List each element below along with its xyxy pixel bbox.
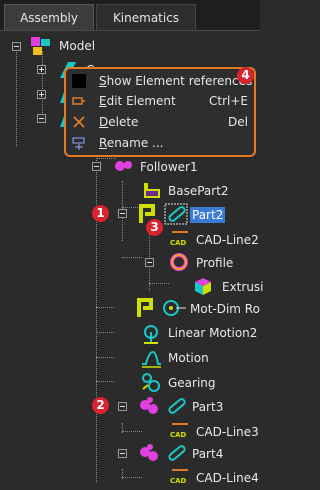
menu-label: ename ...: [106, 136, 164, 150]
tree-item-follower1[interactable]: Follower1: [140, 159, 198, 175]
tree-item-basepart2[interactable]: BasePart2: [168, 183, 229, 199]
expander-part4[interactable]: [118, 449, 127, 458]
extrusion-icon: [195, 278, 211, 295]
cad-line-icon: CAD: [170, 231, 188, 247]
menu-label: elete: [108, 115, 139, 129]
expander-profile[interactable]: [145, 258, 154, 267]
profile-icon: [170, 253, 188, 271]
joint-icon: [137, 298, 153, 317]
svg-text:CAD: CAD: [170, 239, 187, 247]
tab-kinematics[interactable]: Kinematics: [96, 4, 196, 30]
linear-motion-icon: [144, 325, 158, 344]
tree-line: [96, 357, 114, 358]
expander-cam[interactable]: [37, 65, 46, 74]
cad-line-icon: CAD: [170, 423, 188, 439]
tree-item-cad-line2[interactable]: CAD-Line2: [196, 232, 259, 248]
tree-item-motion[interactable]: Motion: [168, 350, 209, 366]
part3-icon: [168, 398, 186, 414]
menu-mnemonic: S: [99, 74, 107, 88]
tree-line: [16, 47, 17, 147]
svg-text:CAD: CAD: [170, 431, 187, 439]
tree-item-part4[interactable]: Part4: [192, 446, 223, 462]
expander-part3[interactable]: [118, 402, 127, 411]
menu-mnemonic: D: [99, 115, 109, 129]
menu-mnemonic: E: [99, 94, 107, 108]
tree-line: [122, 431, 142, 432]
tree-item-cad-line4[interactable]: CAD-Line4: [196, 470, 259, 486]
tree-item-gearing[interactable]: Gearing: [168, 375, 216, 391]
tree-line: [122, 477, 142, 478]
edit-arrow-icon: [72, 97, 85, 105]
tree-line: [96, 381, 114, 382]
black-square-icon: [72, 74, 86, 88]
menu-item-delete[interactable]: Delete Del: [66, 112, 254, 132]
tree-line: [122, 257, 142, 258]
tree-line: [96, 158, 116, 159]
tab-bar: Assembly Kinematics: [0, 0, 260, 31]
model-icon: [31, 37, 50, 55]
tree-item-mot-dim[interactable]: Mot-Dim Ro: [190, 301, 260, 317]
rename-icon: [72, 137, 85, 150]
tree-item-profile[interactable]: Profile: [196, 255, 233, 271]
part4-icon: [168, 445, 186, 461]
menu-item-show-references[interactable]: Show Element references: [66, 71, 254, 91]
tree-item-cad-line3[interactable]: CAD-Line3: [196, 424, 259, 440]
menu-label: dit Element: [106, 94, 176, 108]
tree-line: [96, 332, 114, 333]
callout-badge-3: 3: [146, 219, 163, 236]
menu-mnemonic: R: [99, 136, 107, 150]
menu-item-rename[interactable]: Rename ...: [66, 133, 254, 153]
tree-item-extrusion[interactable]: Extrusi: [222, 279, 264, 295]
expander-follower[interactable]: [92, 162, 101, 171]
motion-icon: [142, 350, 161, 368]
tree-item-linear-motion2[interactable]: Linear Motion2: [168, 325, 257, 341]
expander-model[interactable]: [12, 42, 21, 51]
expander-part2[interactable]: [118, 209, 127, 218]
follower-icon: [140, 444, 158, 461]
follower-icon: [140, 397, 158, 414]
delete-x-icon: [73, 116, 85, 128]
cad-line-icon: CAD: [170, 469, 188, 485]
menu-item-edit-element[interactable]: Edit Element Ctrl+E: [66, 91, 254, 111]
menu-shortcut: Ctrl+E: [209, 94, 248, 108]
basepart-icon: [144, 183, 160, 198]
tree-line: [149, 283, 169, 284]
tree-line: [42, 51, 43, 123]
menu-shortcut: Del: [228, 115, 248, 129]
tree-line: [96, 141, 97, 483]
mot-dim-icon: [163, 300, 186, 316]
svg-text:CAD: CAD: [170, 477, 187, 485]
expander-item[interactable]: [37, 90, 46, 99]
gearing-icon: [142, 373, 160, 392]
tree-item-part2[interactable]: Part2: [190, 207, 226, 223]
tab-assembly[interactable]: Assembly: [4, 4, 94, 30]
context-menu: Show Element references Edit Element Ctr…: [64, 67, 256, 157]
callout-badge-1: 1: [92, 205, 109, 222]
tree-item-model[interactable]: Model: [59, 38, 95, 54]
callout-badge-4: 4: [237, 67, 254, 84]
expander-item[interactable]: [37, 114, 46, 123]
follower-icon: [115, 161, 132, 171]
part2-icon: [164, 203, 188, 225]
tree-item-part3[interactable]: Part3: [192, 399, 223, 415]
menu-label: how Element references: [106, 74, 253, 88]
callout-badge-2: 2: [92, 397, 109, 414]
tree-line: [96, 307, 114, 308]
